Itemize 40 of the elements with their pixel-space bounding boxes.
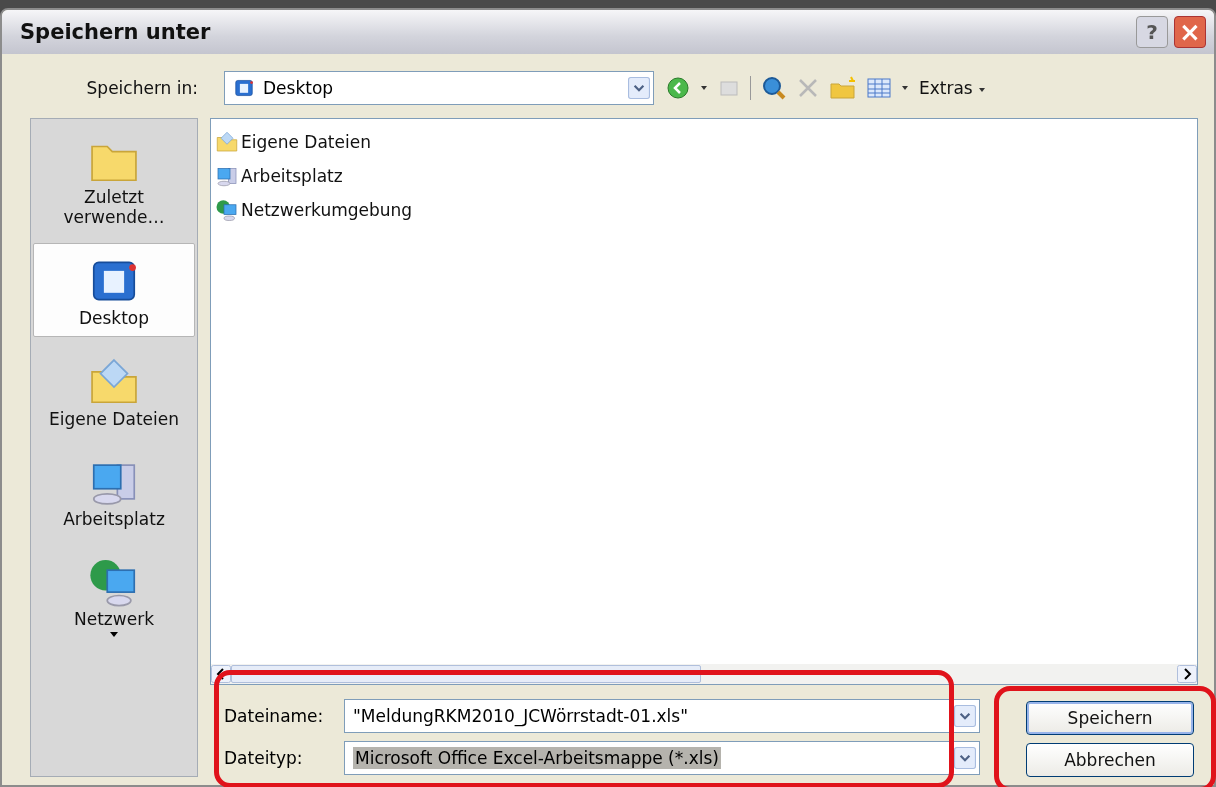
file-item[interactable]: Netzwerkumgebung bbox=[215, 193, 1193, 227]
window-title: Speichern unter bbox=[20, 20, 211, 44]
location-value: Desktop bbox=[263, 78, 335, 98]
places-item[interactable]: Arbeitsplatz bbox=[33, 445, 195, 537]
filetype-dropdown[interactable]: Microsoft Office Excel-Arbeitsmappe (*.xls) bbox=[344, 741, 980, 775]
search-icon[interactable] bbox=[761, 75, 787, 101]
dialog-button[interactable]: Speichern bbox=[1026, 701, 1194, 735]
places-item-label: Arbeitsplatz bbox=[62, 509, 166, 529]
desktop-icon bbox=[233, 77, 255, 99]
location-dropdown[interactable]: Desktop bbox=[224, 71, 654, 105]
file-name: Netzwerkumgebung bbox=[241, 200, 413, 220]
caret-icon[interactable] bbox=[700, 84, 708, 92]
scroll-right-icon[interactable] bbox=[1177, 665, 1197, 683]
places-item[interactable]: Zuletzt verwende… bbox=[33, 123, 195, 235]
save-in-label: Speichern in: bbox=[85, 78, 199, 98]
file-name: Arbeitsplatz bbox=[241, 166, 343, 186]
places-item[interactable]: Netzwerk bbox=[33, 545, 195, 647]
filetype-value: Microsoft Office Excel-Arbeitsmappe (*.xls) bbox=[353, 747, 721, 769]
places-item-label: Netzwerk bbox=[73, 609, 155, 629]
file-item[interactable]: Eigene Dateien bbox=[215, 125, 1193, 159]
caret-icon[interactable] bbox=[901, 84, 909, 92]
filetype-label: Dateityp: bbox=[223, 748, 304, 768]
places-item[interactable]: Desktop bbox=[33, 243, 195, 337]
network-icon bbox=[215, 198, 239, 222]
places-item-label: Eigene Dateien bbox=[48, 409, 180, 429]
file-item[interactable]: Arbeitsplatz bbox=[215, 159, 1193, 193]
caret-icon bbox=[978, 86, 987, 94]
back-icon[interactable] bbox=[666, 76, 690, 100]
places-item-label: Zuletzt verwende… bbox=[62, 187, 166, 227]
filename-value: "MeldungRKM2010_JCWörrstadt-01.xls" bbox=[353, 706, 689, 726]
dialog-button[interactable]: Abbrechen bbox=[1026, 743, 1194, 777]
filename-field[interactable]: "MeldungRKM2010_JCWörrstadt-01.xls" bbox=[344, 699, 980, 733]
documents-folder-icon bbox=[215, 130, 239, 154]
file-name: Eigene Dateien bbox=[241, 132, 371, 152]
scroll-down-icon[interactable] bbox=[109, 629, 119, 639]
places-item[interactable]: Eigene Dateien bbox=[33, 345, 195, 437]
places-item-label: Desktop bbox=[77, 308, 151, 328]
filename-label: Dateiname: bbox=[223, 706, 325, 726]
help-button[interactable]: ? bbox=[1136, 16, 1168, 48]
extras-menu-button[interactable]: Extras bbox=[919, 78, 987, 98]
